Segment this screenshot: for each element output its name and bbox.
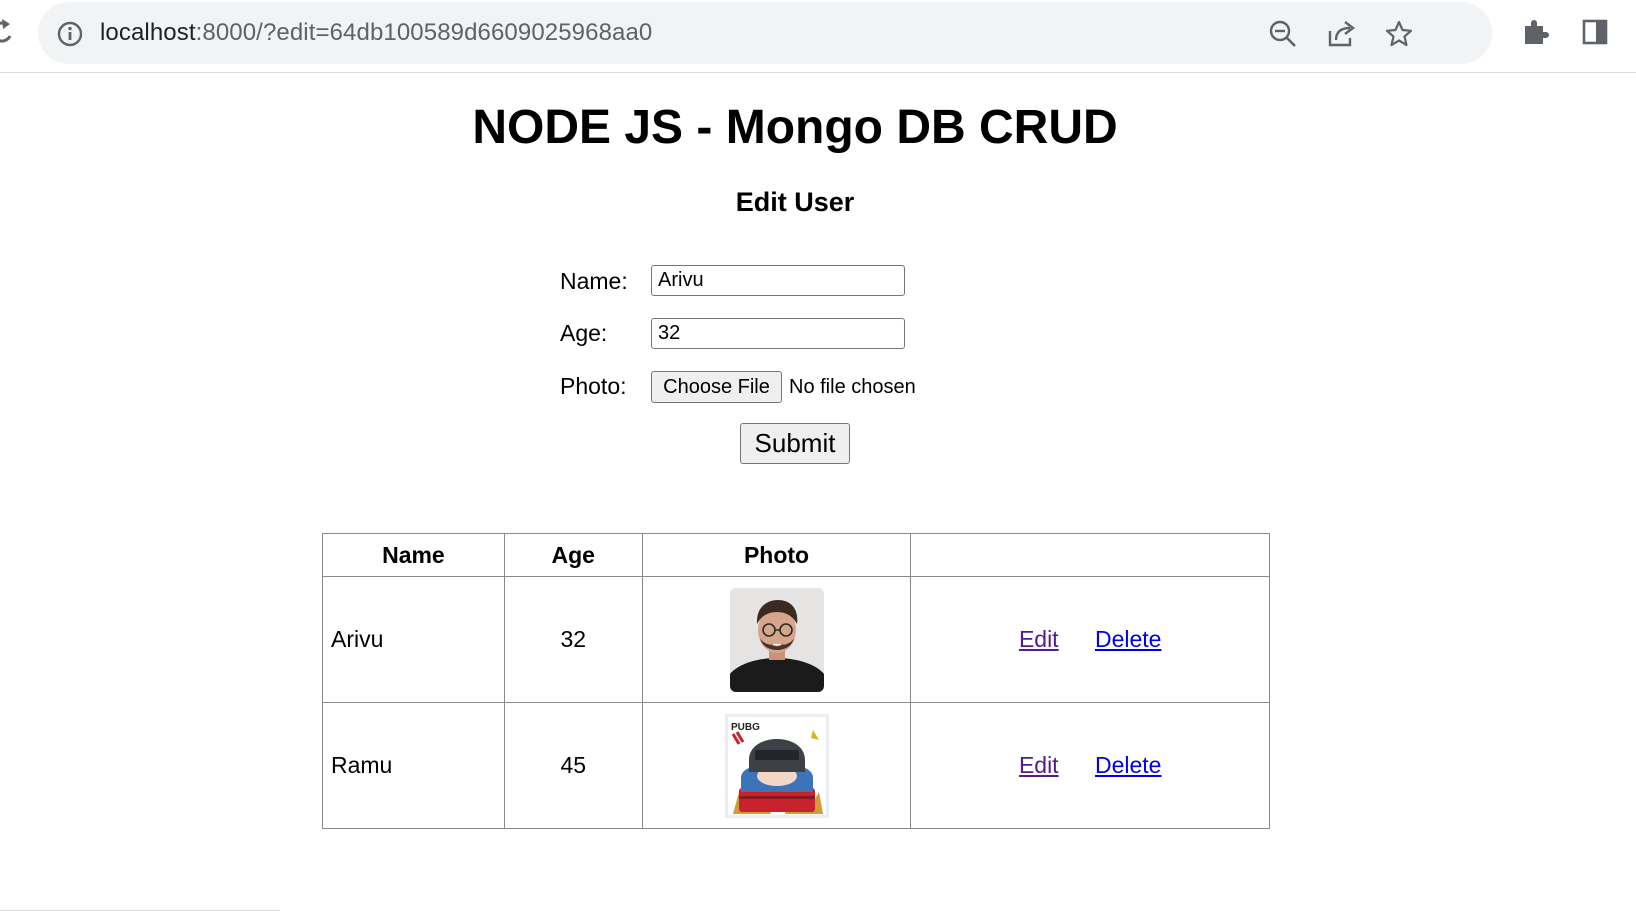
bookmark-star-icon[interactable] [1384,19,1414,49]
browser-toolbar: localhost:8000/?edit=64db100589d66090259… [0,0,1636,73]
submit-button[interactable]: Submit [740,423,850,464]
edit-link[interactable]: Edit [1019,752,1059,778]
cell-name: Arivu [322,576,505,703]
age-input[interactable] [651,318,905,349]
header-age: Age [503,533,643,577]
file-status-text: No file chosen [789,376,916,398]
cell-name: Ramu [322,702,505,829]
cell-photo [641,576,912,703]
users-table: Name Age Photo Arivu 32 Edit Delete Ramu… [322,533,1270,829]
url-host: localhost [100,19,196,46]
table-row: Ramu 45 PUBG Edit Delete [322,702,1270,829]
photo-label: Photo: [560,373,627,399]
zoom-out-icon[interactable] [1268,19,1298,49]
name-label: Name: [560,268,628,294]
user-photo-portrait [729,587,824,692]
delete-link[interactable]: Delete [1095,752,1161,778]
edit-link[interactable]: Edit [1019,626,1059,652]
cell-actions: Edit Delete [910,702,1270,829]
page-title: NODE JS - Mongo DB CRUD [472,101,1118,154]
reload-icon[interactable] [0,18,14,46]
header-photo: Photo [641,533,912,577]
delete-link[interactable]: Delete [1095,626,1161,652]
cell-actions: Edit Delete [910,576,1270,703]
name-input[interactable] [651,265,905,296]
table-row: Arivu 32 Edit Delete [322,576,1270,703]
address-bar[interactable]: localhost:8000/?edit=64db100589d66090259… [38,2,1492,64]
age-label: Age: [560,320,608,346]
cell-photo: PUBG [641,702,912,829]
url-path: :8000/?edit=64db100589d6609025968aa0 [195,19,653,46]
choose-file-button[interactable]: Choose File [651,371,782,403]
side-panel-icon[interactable] [1580,17,1610,47]
extensions-icon[interactable] [1520,17,1550,47]
header-actions [910,533,1270,577]
svg-text:PUBG: PUBG [731,722,760,733]
site-info-icon[interactable] [56,20,84,48]
url-text[interactable]: localhost:8000/?edit=64db100589d66090259… [100,18,652,48]
header-name: Name [322,533,505,577]
user-photo-cartoon: PUBG [724,713,829,818]
cell-age: 32 [503,576,643,703]
cell-age: 45 [503,702,643,829]
form-title: Edit User [735,187,855,217]
table-header-row: Name Age Photo [322,533,1270,577]
share-icon[interactable] [1326,19,1356,49]
status-divider [0,910,280,911]
